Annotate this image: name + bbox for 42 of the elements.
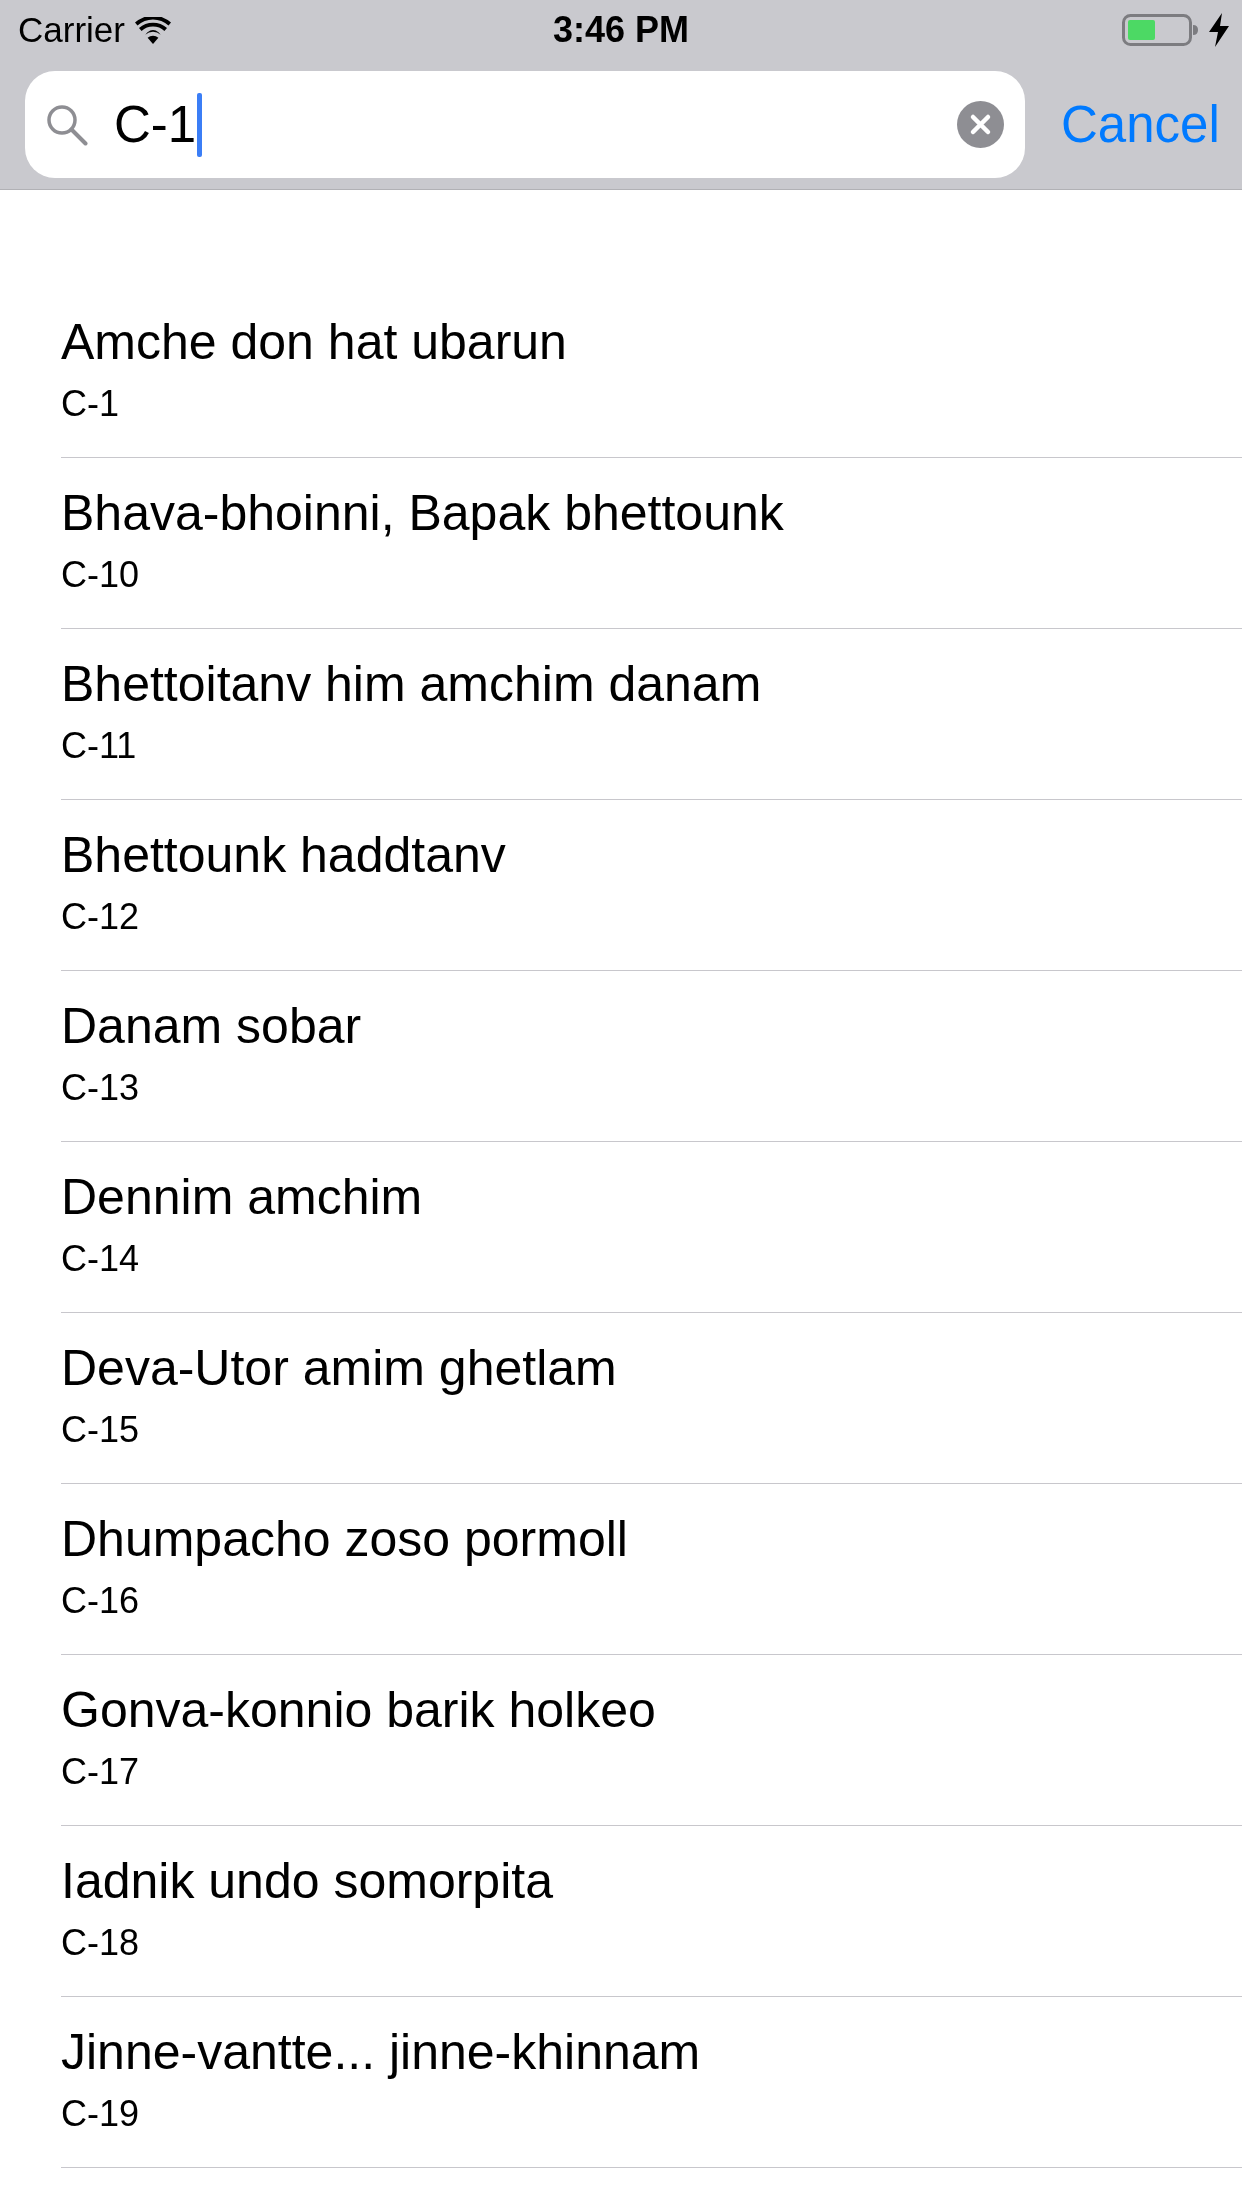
clock-time: 3:46 PM	[552, 10, 690, 50]
clear-icon[interactable]	[957, 101, 1004, 148]
result-row[interactable]: Gonva-konnio barik holkeo C-17	[61, 1655, 1242, 1826]
row-subtitle: C-18	[61, 1921, 140, 1965]
result-row[interactable]: Dhumpacho zoso pormoll C-16	[61, 1484, 1242, 1655]
result-row[interactable]: Deva-Utor amim ghetlam C-15	[61, 1313, 1242, 1484]
row-subtitle: C-16	[61, 1579, 140, 1623]
row-subtitle: C-11	[61, 724, 137, 768]
result-row[interactable]: Jinne-vantte... jinne-khinnam C-19	[61, 1997, 1242, 2168]
row-subtitle: C-17	[61, 1750, 140, 1794]
row-title: Bhettounk haddtanv	[61, 826, 506, 885]
charging-bolt-icon	[1208, 13, 1230, 47]
row-title: Iadnik undo somorpita	[61, 1852, 553, 1911]
row-subtitle: C-14	[61, 1237, 140, 1281]
row-title: Amche don hat ubarun	[61, 313, 567, 372]
row-title: Deva-Utor amim ghetlam	[61, 1339, 617, 1398]
result-row[interactable]: Dennim amchim C-14	[61, 1142, 1242, 1313]
wifi-icon	[134, 16, 171, 44]
text-cursor	[197, 92, 203, 157]
result-row[interactable]: Iadnik undo somorpita C-18	[61, 1826, 1242, 1997]
row-title: Bhettoitanv him amchim danam	[61, 655, 762, 714]
row-title: Jinne-vantte... jinne-khinnam	[61, 2023, 701, 2082]
result-row[interactable]: Bhava-bhoinni, Bapak bhettounk C-10	[61, 458, 1242, 629]
battery-icon	[1122, 14, 1198, 46]
row-subtitle: C-1	[61, 382, 119, 426]
row-subtitle: C-19	[61, 2092, 140, 2136]
result-row[interactable]: Danam sobar C-13	[61, 971, 1242, 1142]
carrier-label: Carrier	[18, 10, 125, 50]
row-title: Dennim amchim	[61, 1168, 423, 1227]
row-subtitle: C-12	[61, 895, 140, 939]
row-subtitle: C-13	[61, 1066, 140, 1110]
row-title: Dhumpacho zoso pormoll	[61, 1510, 628, 1569]
row-title: Gonva-konnio barik holkeo	[61, 1681, 656, 1740]
row-title: Bhava-bhoinni, Bapak bhettounk	[61, 484, 784, 543]
row-subtitle: C-10	[61, 553, 140, 597]
row-subtitle: C-15	[61, 1408, 140, 1452]
search-field[interactable]: C-1	[25, 71, 1025, 178]
row-title: Danam sobar	[61, 997, 362, 1056]
result-row[interactable]: Bhettounk haddtanv C-12	[61, 800, 1242, 971]
result-row[interactable]: Bhettoitanv him amchim danam C-11	[61, 629, 1242, 800]
result-row[interactable]: Amche don hat ubarun C-1	[61, 287, 1242, 458]
search-icon	[46, 103, 88, 146]
